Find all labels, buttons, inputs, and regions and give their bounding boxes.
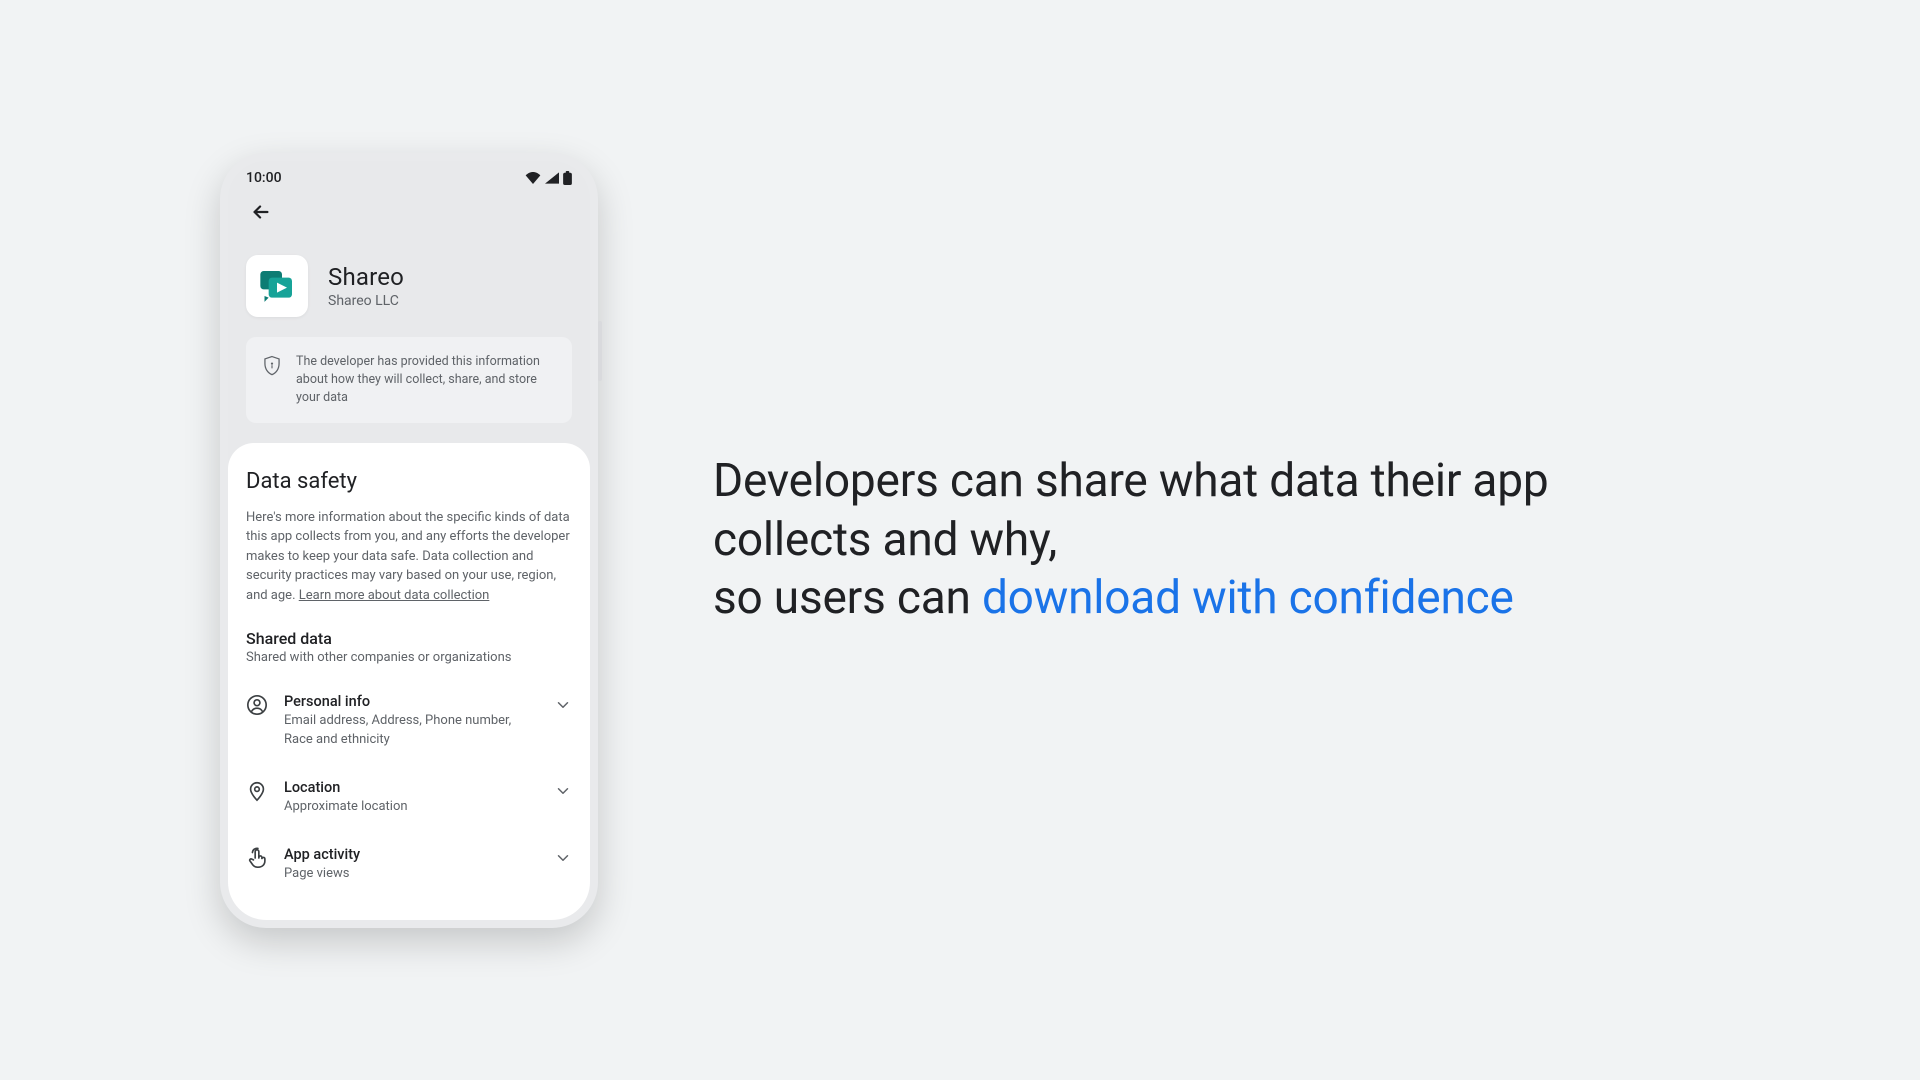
data-row[interactable]: Personal info Email address, Address, Pho… bbox=[246, 683, 572, 768]
phone-screen: 10:00 bbox=[228, 161, 590, 920]
chevron-down-icon bbox=[554, 782, 572, 800]
location-icon bbox=[246, 780, 268, 802]
signal-icon bbox=[545, 172, 559, 184]
info-banner: The developer has provided this informat… bbox=[246, 337, 572, 423]
slide-headline: Developers can share what data their app… bbox=[713, 452, 1700, 627]
shield-icon bbox=[262, 355, 282, 377]
wifi-icon bbox=[525, 172, 541, 184]
data-row-title: Location bbox=[284, 779, 538, 796]
data-safety-description: Here's more information about the specif… bbox=[246, 508, 572, 606]
data-row-title: App activity bbox=[284, 846, 538, 863]
status-time: 10:00 bbox=[246, 170, 282, 186]
status-bar: 10:00 bbox=[228, 161, 590, 189]
app-header: Shareo Shareo LLC bbox=[228, 233, 590, 337]
person-icon bbox=[246, 694, 268, 716]
app-icon bbox=[246, 255, 308, 317]
chevron-down-icon bbox=[554, 849, 572, 867]
data-safety-card: Data safety Here's more information abou… bbox=[228, 443, 590, 920]
data-row-subtitle: Email address, Address, Phone number, Ra… bbox=[284, 712, 538, 748]
data-row[interactable]: Location Approximate location bbox=[246, 769, 572, 836]
battery-icon bbox=[563, 171, 572, 185]
phone-frame: 10:00 bbox=[220, 153, 598, 928]
chevron-down-icon bbox=[554, 696, 572, 714]
data-row-subtitle: Approximate location bbox=[284, 798, 538, 816]
learn-more-link[interactable]: Learn more about data collection bbox=[299, 588, 490, 603]
back-icon[interactable] bbox=[250, 201, 272, 223]
slide-text-accent: download with confidence bbox=[982, 571, 1514, 625]
shared-data-subtitle: Shared with other companies or organizat… bbox=[246, 650, 572, 665]
banner-text: The developer has provided this informat… bbox=[296, 353, 556, 407]
status-icons bbox=[525, 171, 572, 185]
app-name: Shareo bbox=[328, 263, 404, 291]
shared-data-title: Shared data bbox=[246, 629, 572, 648]
data-safety-heading: Data safety bbox=[246, 469, 572, 494]
data-row-title: Personal info bbox=[284, 693, 538, 710]
touch-icon bbox=[246, 847, 268, 869]
data-row[interactable]: App activity Page views bbox=[246, 836, 572, 903]
developer-name: Shareo LLC bbox=[328, 293, 404, 309]
nav-bar bbox=[228, 189, 590, 233]
data-row-subtitle: Page views bbox=[284, 865, 538, 883]
